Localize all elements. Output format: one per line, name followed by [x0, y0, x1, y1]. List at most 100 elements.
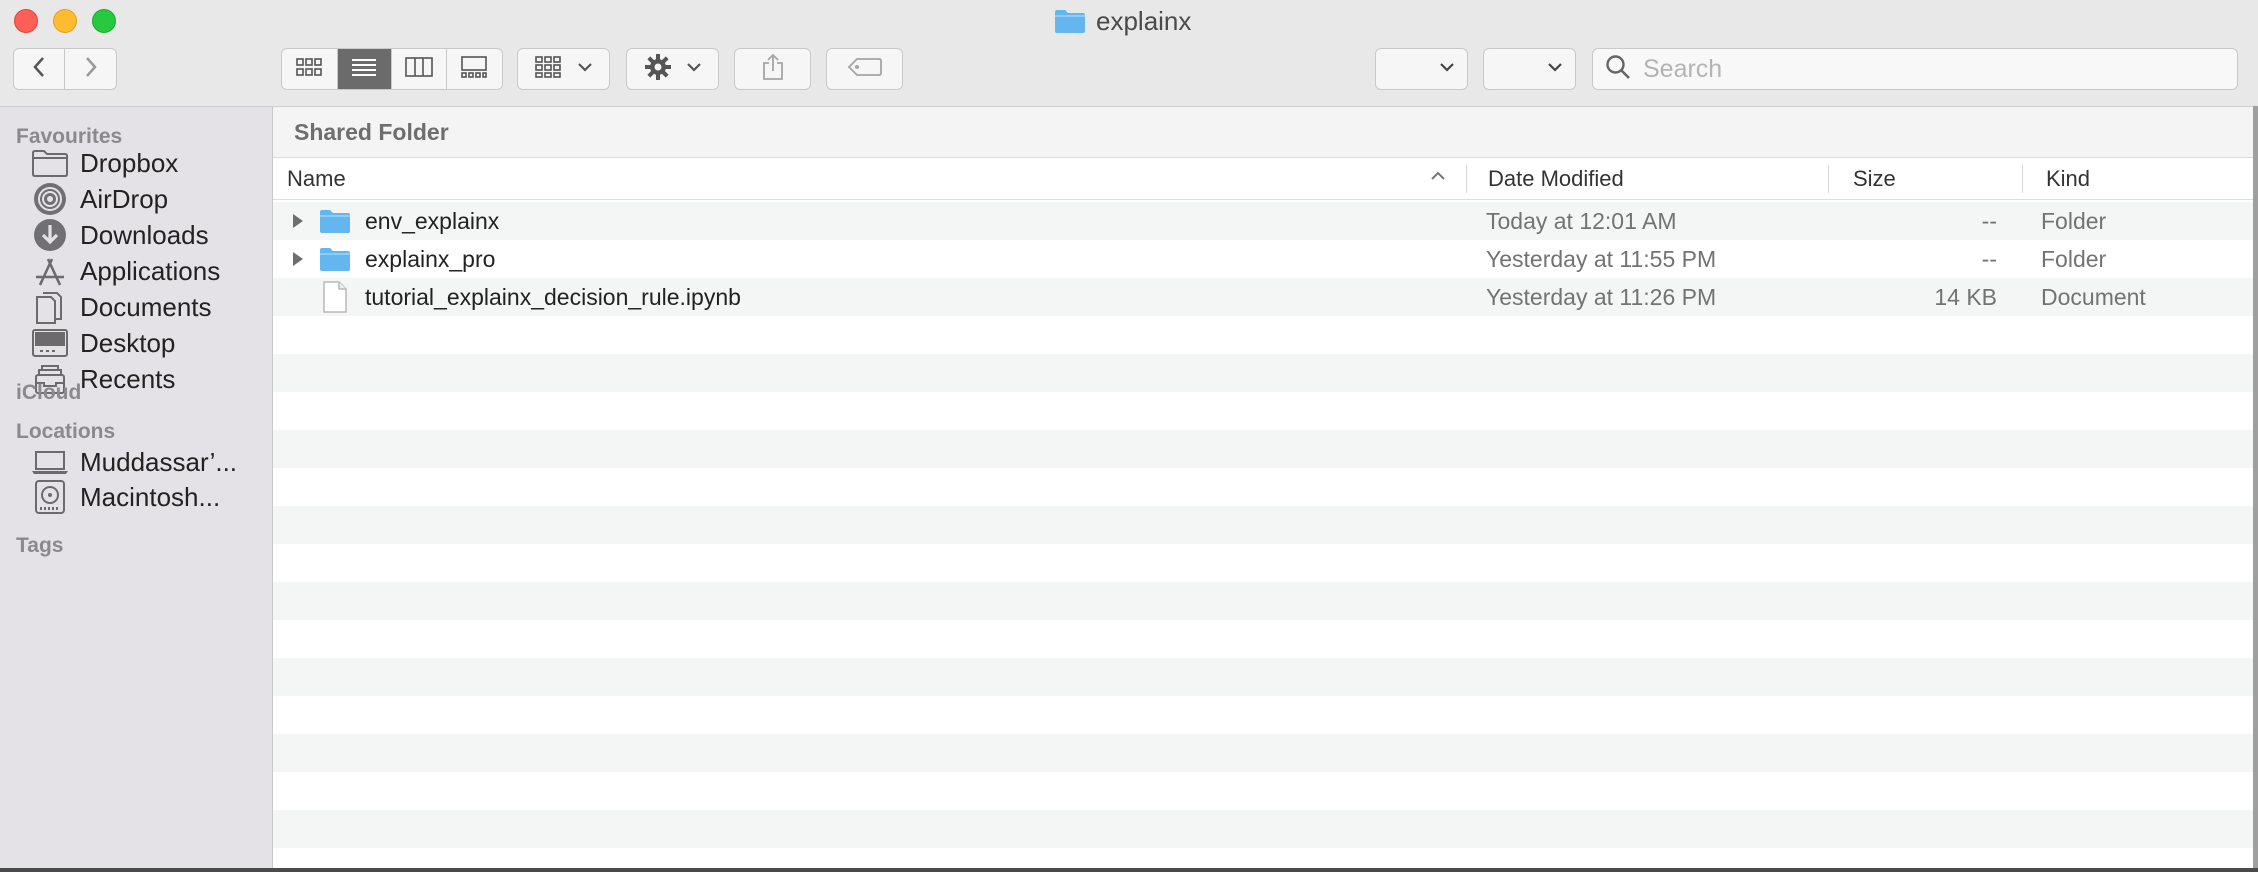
airdrop-icon: [30, 181, 70, 217]
sidebar-item-applications[interactable]: Applications: [30, 251, 220, 291]
sidebar-item-label: Downloads: [80, 219, 209, 250]
column-header-date-modified[interactable]: Date Modified: [1488, 158, 1838, 199]
disclosure-triangle-icon[interactable]: [283, 213, 313, 229]
edit-tags-button[interactable]: [826, 48, 903, 90]
list-view-button[interactable]: [337, 49, 392, 89]
column-divider[interactable]: [2022, 165, 2023, 193]
column-view-button[interactable]: [392, 49, 447, 89]
file-date: Today at 12:01 AM: [1486, 207, 1677, 234]
window-edge: [0, 868, 2258, 872]
gear-icon: [644, 53, 672, 86]
folder-icon: [313, 208, 357, 234]
group-by-button[interactable]: [517, 48, 610, 90]
documents-icon: [30, 289, 70, 325]
file-name-cell: explainx_pro: [283, 240, 495, 278]
folder-icon: [30, 145, 70, 181]
gallery-view-icon: [460, 55, 488, 83]
path-label: Shared Folder: [294, 119, 449, 145]
forward-button[interactable]: [65, 49, 116, 89]
empty-row: [273, 430, 2253, 468]
chevron-down-icon: [577, 60, 593, 78]
folder-icon: [313, 246, 357, 272]
applications-icon: [30, 253, 70, 289]
icon-view-button[interactable]: [282, 49, 338, 89]
sidebar-item-dropbox[interactable]: Dropbox: [30, 143, 178, 183]
sidebar-heading-tags: Tags: [16, 534, 64, 557]
action-menu-button[interactable]: [626, 48, 719, 90]
column-header-kind[interactable]: Kind: [2046, 158, 2246, 199]
back-button[interactable]: [14, 49, 65, 89]
disclosure-triangle-icon[interactable]: [283, 251, 313, 267]
chevron-down-icon: [1439, 60, 1455, 78]
file-row[interactable]: explainx_pro Yesterday at 11:55 PM -- Fo…: [273, 240, 2253, 278]
group-icon: [534, 55, 563, 83]
sidebar-heading-locations: Locations: [16, 420, 116, 443]
file-size: --: [1981, 245, 1997, 272]
sidebar-item-label: Applications: [80, 255, 221, 286]
sidebar-item-downloads[interactable]: Downloads: [30, 215, 209, 255]
file-name-cell: tutorial_explainx_decision_rule.ipynb: [283, 278, 741, 316]
file-date: Yesterday at 11:55 PM: [1486, 245, 1717, 272]
sort-ascending-icon: [1430, 169, 1446, 187]
path-bar: Shared Folder: [273, 107, 2253, 158]
sidebar-item-label: Recents: [80, 363, 176, 394]
search-icon: [1605, 54, 1631, 85]
file-name-cell: env_explainx: [283, 202, 499, 240]
file-kind: Document: [2041, 283, 2146, 310]
file-list-area: Shared Folder Name Date Modified Size Ki…: [273, 107, 2258, 872]
column-date-label: Date Modified: [1488, 165, 1624, 191]
chevron-left-icon: [31, 55, 47, 84]
list-view-icon: [351, 57, 377, 82]
empty-row: [273, 734, 2253, 772]
close-window-button[interactable]: [14, 9, 38, 33]
folder-icon: [1054, 8, 1086, 34]
share-button[interactable]: [734, 48, 811, 90]
file-date: Yesterday at 11:26 PM: [1486, 283, 1717, 310]
gallery-view-button[interactable]: [447, 49, 502, 89]
file-name: env_explainx: [365, 207, 500, 234]
window-title-text: explainx: [1096, 5, 1192, 36]
column-size-label: Size: [1853, 165, 1896, 191]
empty-row: [273, 582, 2253, 620]
share-icon: [761, 53, 785, 86]
column-divider[interactable]: [1828, 165, 1829, 193]
file-name: explainx_pro: [365, 245, 496, 272]
sidebar-item-macintosh-hd[interactable]: Macintosh...: [30, 477, 220, 517]
sidebar-item-label: Muddassar’...: [80, 446, 238, 477]
chevron-down-icon: [1547, 60, 1563, 78]
sidebar-item-airdrop[interactable]: AirDrop: [30, 179, 168, 219]
empty-row: [273, 506, 2253, 544]
file-size: --: [1981, 207, 1997, 234]
window-title: explainx: [1054, 4, 1191, 38]
sidebar-item-computer[interactable]: Muddassar’...: [30, 442, 237, 482]
sidebar-item-label: Desktop: [80, 327, 176, 358]
column-header-name[interactable]: Name: [287, 158, 1287, 199]
toolbar-dropdown-2[interactable]: [1483, 48, 1576, 90]
file-kind: Folder: [2041, 207, 2107, 234]
sidebar-item-label: Macintosh...: [80, 481, 221, 512]
sidebar-item-desktop[interactable]: Desktop: [30, 323, 175, 363]
file-row[interactable]: tutorial_explainx_decision_rule.ipynb Ye…: [273, 278, 2253, 316]
toolbar-dropdown-1[interactable]: [1375, 48, 1468, 90]
column-header-size[interactable]: Size: [1853, 158, 2013, 199]
file-kind: Folder: [2041, 245, 2107, 272]
search-field[interactable]: [1592, 48, 2238, 90]
desktop-icon: [30, 325, 70, 361]
column-kind-label: Kind: [2046, 165, 2091, 191]
sidebar-item-label: Documents: [80, 291, 212, 322]
file-name: tutorial_explainx_decision_rule.ipynb: [365, 283, 741, 310]
window-edge: [2253, 106, 2258, 872]
icon-view-icon: [296, 57, 323, 82]
laptop-icon: [30, 444, 70, 480]
minimize-window-button[interactable]: [53, 9, 77, 33]
document-icon: [313, 281, 357, 313]
search-input[interactable]: [1641, 53, 2205, 85]
chevron-down-icon: [686, 60, 702, 78]
view-mode-control: [281, 48, 503, 90]
file-row[interactable]: env_explainx Today at 12:01 AM -- Folder: [273, 202, 2253, 240]
maximize-window-button[interactable]: [92, 9, 116, 33]
navigation-buttons: [13, 48, 117, 90]
column-divider[interactable]: [1466, 165, 1467, 193]
sidebar-item-documents[interactable]: Documents: [30, 287, 212, 327]
sidebar-item-label: AirDrop: [80, 183, 169, 214]
